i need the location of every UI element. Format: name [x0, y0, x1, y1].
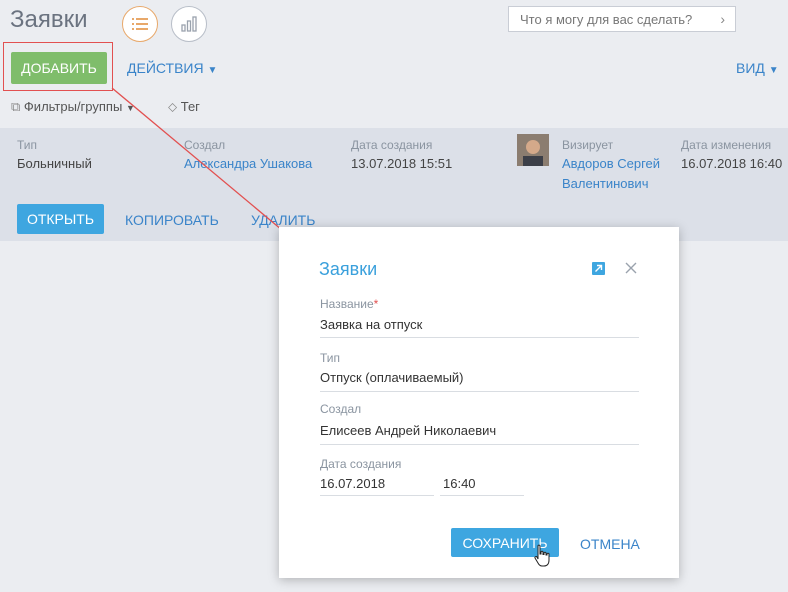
- created-date-field-label: Дата создания: [320, 457, 402, 471]
- name-field[interactable]: Заявка на отпуск: [320, 317, 422, 332]
- dialog-title: Заявки: [319, 259, 378, 279]
- arrow-out-icon: [595, 264, 603, 272]
- required-marker: *: [373, 297, 379, 311]
- date-field-underline: [320, 495, 434, 496]
- time-field-underline: [440, 495, 524, 496]
- open-full-page-icon[interactable]: [592, 262, 605, 275]
- date-field[interactable]: 16.07.2018: [320, 476, 385, 491]
- type-field-underline: [320, 391, 639, 392]
- cancel-button[interactable]: ОТМЕНА: [580, 536, 640, 552]
- hand-cursor-icon: [534, 544, 550, 567]
- type-field-label: Тип: [320, 351, 341, 365]
- created-by-field-label: Создал: [320, 402, 362, 416]
- time-field[interactable]: 16:40: [443, 476, 476, 491]
- mini-page-dialog: Заявки Название* Заявка на отпуск Тип От…: [279, 227, 679, 578]
- created-by-field[interactable]: Елисеев Андрей Николаевич: [320, 423, 496, 438]
- name-field-label: Название*: [320, 297, 379, 311]
- close-icon[interactable]: [624, 261, 638, 275]
- type-field[interactable]: Отпуск (оплачиваемый): [320, 370, 464, 385]
- name-field-underline: [320, 337, 639, 338]
- created-by-field-underline: [320, 444, 639, 445]
